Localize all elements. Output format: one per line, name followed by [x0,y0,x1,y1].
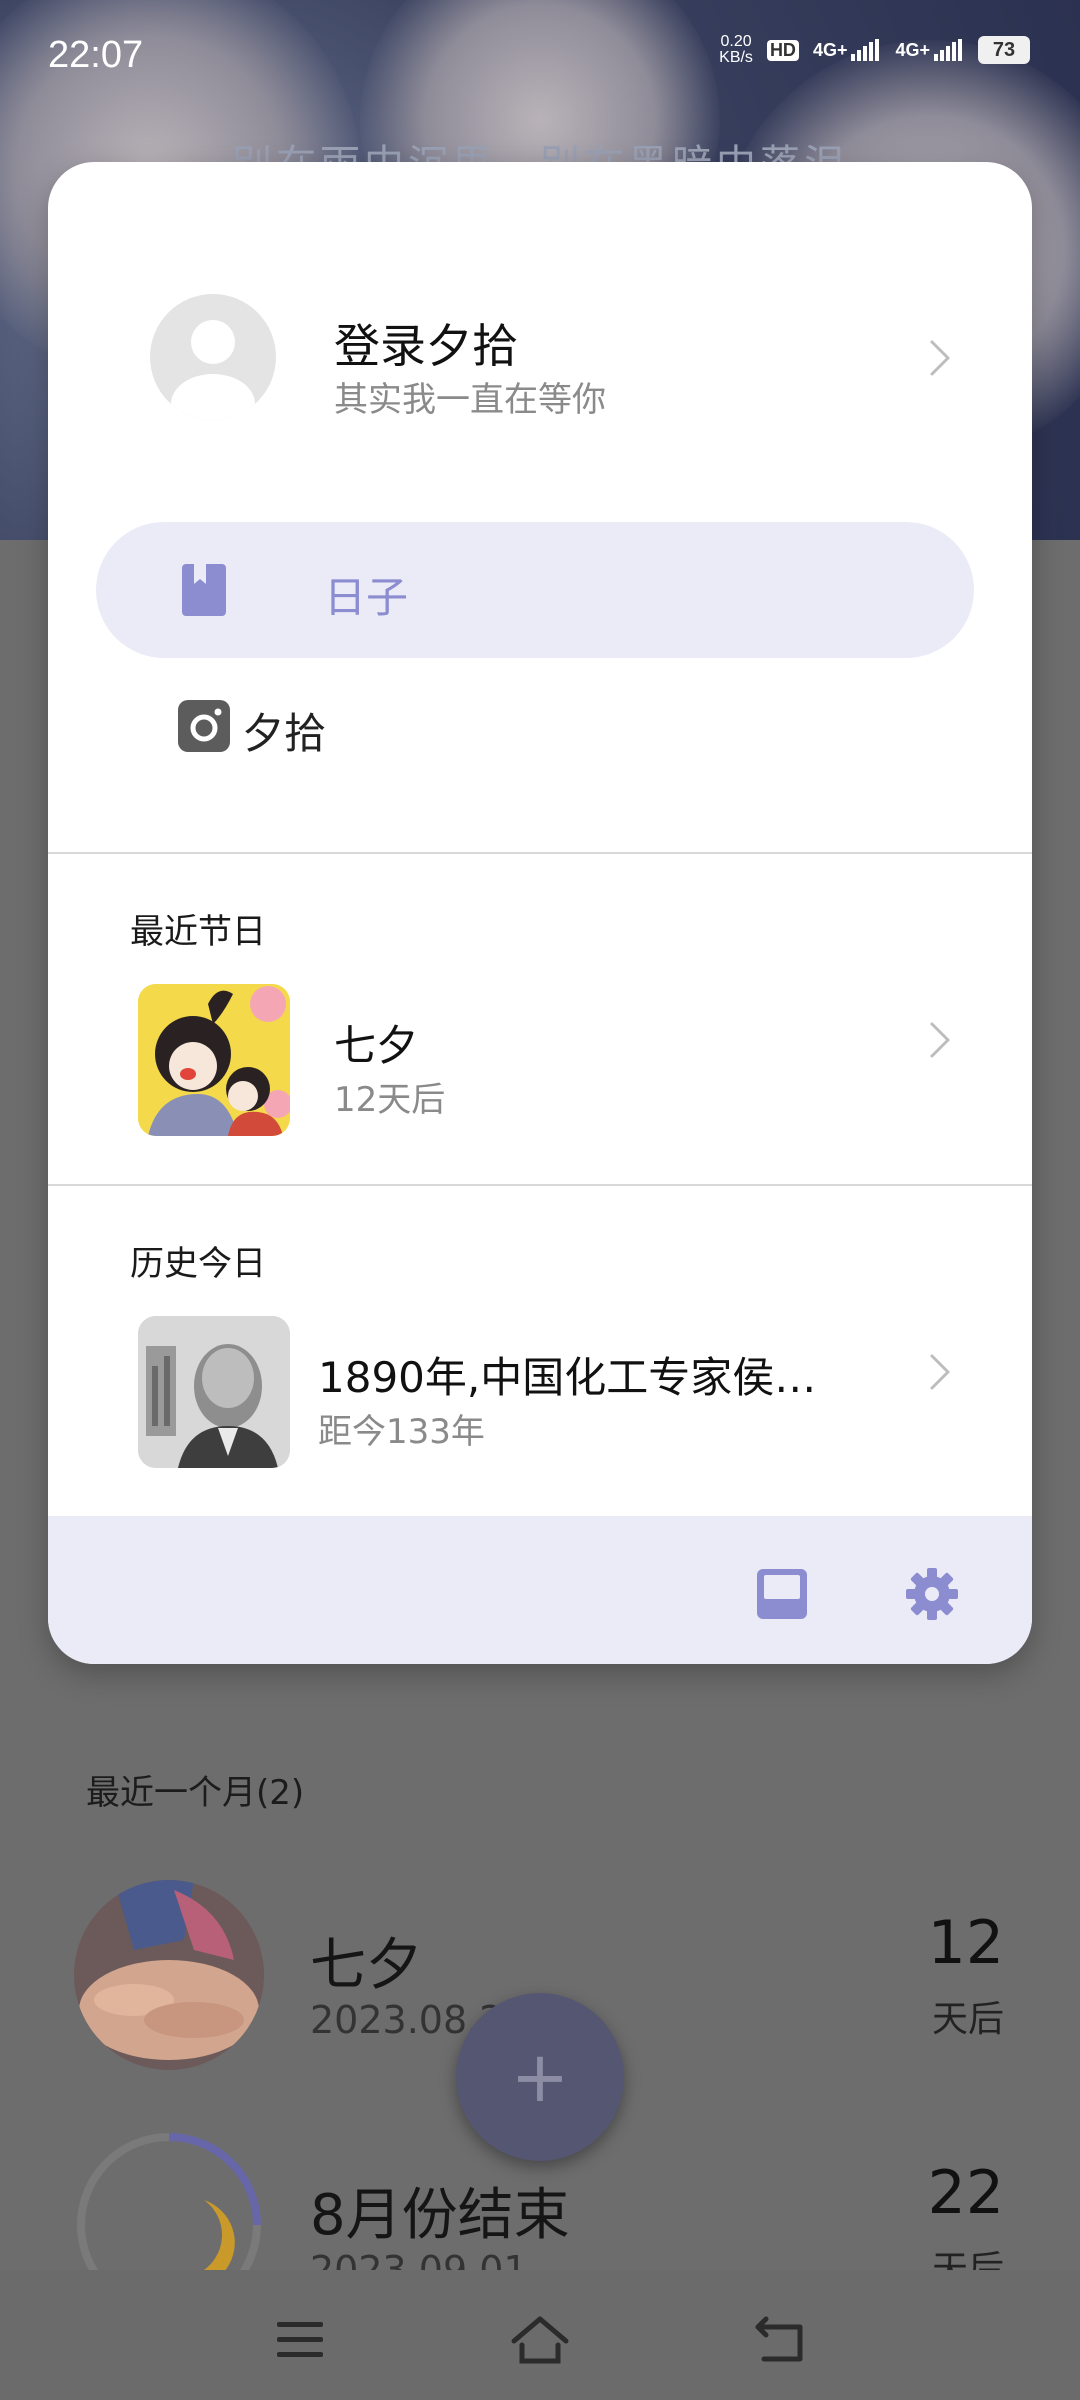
event-days-count: 12 [927,1908,1004,1978]
login-profile-row[interactable]: 登录夕拾 其实我一直在等你 [48,162,1032,422]
signal-sim1: 4G+ [813,39,882,61]
network-type-sim1: 4G+ [812,40,848,60]
inbox-icon[interactable] [754,1566,810,1622]
menu-icon [277,2322,323,2357]
status-bar: 22:07 0.20 KB/s HD 4G+ 4G+ 73 [0,0,1080,110]
signal-sim2: 4G+ [895,39,964,61]
home-nav-button[interactable] [500,2310,580,2370]
history-event-title: 1890年,中国化工专家侯… [318,1353,817,1402]
chevron-right-icon [930,1354,950,1390]
battery-icon: 73 [978,36,1030,64]
menu-item-days[interactable]: 日子 [96,522,974,658]
recent-month-section-title: 最近一个月(2) [86,1773,305,1813]
history-thumbnail [138,1316,290,1468]
recent-holiday-card[interactable]: 七夕 12天后 [48,972,1032,1152]
add-event-button[interactable]: + [456,1993,624,2161]
hd-voice-badge: HD [766,39,799,61]
navigation-drawer: 登录夕拾 其实我一直在等你 日子 夕拾 最近节日 七夕 12天后 历史今日 18… [48,162,1032,1664]
settings-icon[interactable] [904,1566,960,1622]
event-thumbnail [74,1880,264,2070]
login-subtitle: 其实我一直在等你 [334,380,606,420]
event-name: 8月份结束 [310,2183,570,2248]
chevron-right-icon [930,340,950,376]
system-navigation-bar [0,2270,1080,2400]
holiday-name: 七夕 [334,1021,419,1070]
camera-icon [178,700,230,752]
event-name: 七夕 [310,1933,422,1998]
drawer-footer [48,1516,1032,1664]
menu-item-label: 日子 [324,573,409,622]
network-type-sim2: 4G+ [895,40,930,60]
network-speed-value: 0.20 [720,33,752,50]
history-today-title: 历史今日 [130,1244,266,1284]
history-event-years-ago: 距今133年 [318,1412,485,1452]
chevron-right-icon [930,1022,950,1058]
recent-holiday-title: 最近节日 [130,912,266,952]
event-days-count: 22 [927,2158,1004,2228]
avatar [150,294,276,420]
user-icon [171,320,255,420]
back-icon [755,2316,803,2362]
history-today-card[interactable]: 1890年,中国化工专家侯… 距今133年 [48,1304,1032,1484]
plus-icon: + [510,2036,570,2118]
menu-item-label: 夕拾 [242,709,327,758]
signal-bars-icon [851,39,880,61]
network-speed-unit: KB/s [719,49,753,66]
login-title: 登录夕拾 [334,319,518,373]
bookmark-icon [182,564,226,616]
network-speed: 0.20 KB/s [719,34,753,66]
menu-nav-button[interactable] [260,2310,340,2370]
back-nav-button[interactable] [740,2310,820,2370]
status-time: 22:07 [48,34,144,76]
divider [48,1184,1032,1186]
menu-item-xishi[interactable]: 夕拾 [96,658,974,794]
divider [48,852,1032,854]
event-days-unit: 天后 [931,1999,1004,2040]
holiday-countdown: 12天后 [334,1080,446,1120]
home-icon [511,2316,569,2364]
holiday-thumbnail [138,984,290,1136]
signal-bars-icon [934,39,962,61]
